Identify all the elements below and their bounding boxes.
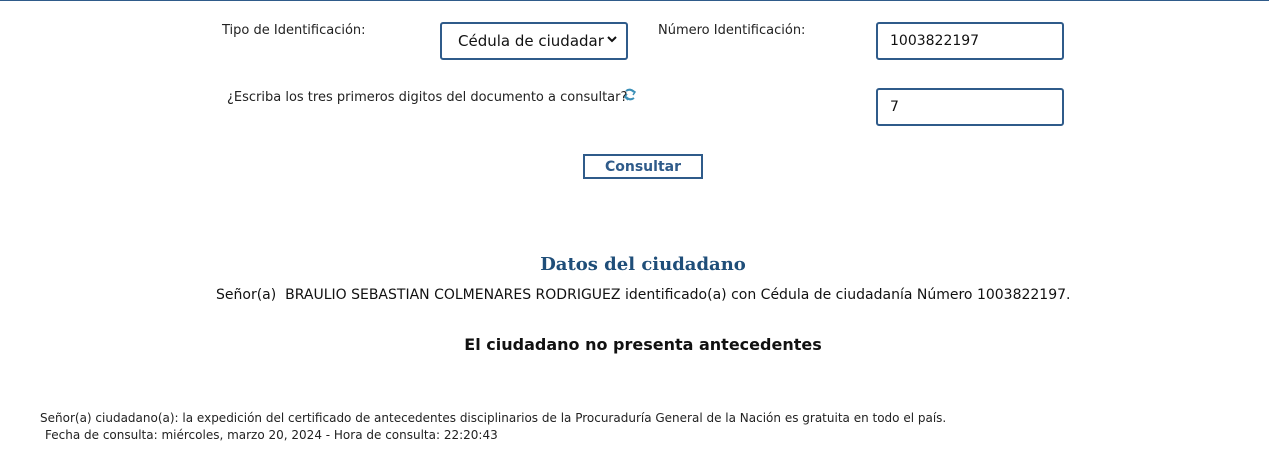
consultar-button[interactable]: Consultar (583, 154, 703, 179)
captcha-input[interactable]: 7 (876, 88, 1064, 126)
refresh-icon[interactable] (622, 87, 638, 103)
citizen-name: BRAULIO SEBASTIAN COLMENARES RODRIGUEZ (285, 287, 621, 303)
citizen-id-number: 1003822197. (976, 287, 1071, 303)
consulta-antecedentes-page: Tipo de Identificación: Cédula de ciudad… (0, 0, 1269, 463)
citizen-id-text: identificado(a) con Cédula de ciudadanía… (624, 287, 973, 303)
chevron-down-icon (606, 33, 618, 49)
captcha-question: ¿Escriba los tres primeros digitos del d… (227, 90, 628, 105)
citizen-info: Señor(a) BRAULIO SEBASTIAN COLMENARES RO… (216, 287, 1070, 303)
footer-notice: Señor(a) ciudadano(a): la expedición del… (40, 411, 947, 425)
id-number-input[interactable]: 1003822197 (876, 22, 1064, 60)
id-type-select[interactable]: Cédula de ciudadar (440, 22, 628, 60)
id-type-selected-value: Cédula de ciudadar (458, 32, 604, 50)
citizen-prefix: Señor(a) (216, 287, 277, 303)
top-divider (0, 0, 1269, 1)
id-number-label: Número Identificación: (658, 23, 806, 38)
consult-date: Fecha de consulta: miércoles, marzo 20, … (45, 428, 498, 442)
status-message: El ciudadano no presenta antecedentes (464, 335, 822, 354)
captcha-value: 7 (890, 99, 899, 115)
section-title: Datos del ciudadano (540, 254, 746, 275)
id-number-value: 1003822197 (890, 33, 980, 49)
id-type-label: Tipo de Identificación: (222, 23, 366, 38)
footer: Señor(a) ciudadano(a): la expedición del… (40, 410, 946, 444)
